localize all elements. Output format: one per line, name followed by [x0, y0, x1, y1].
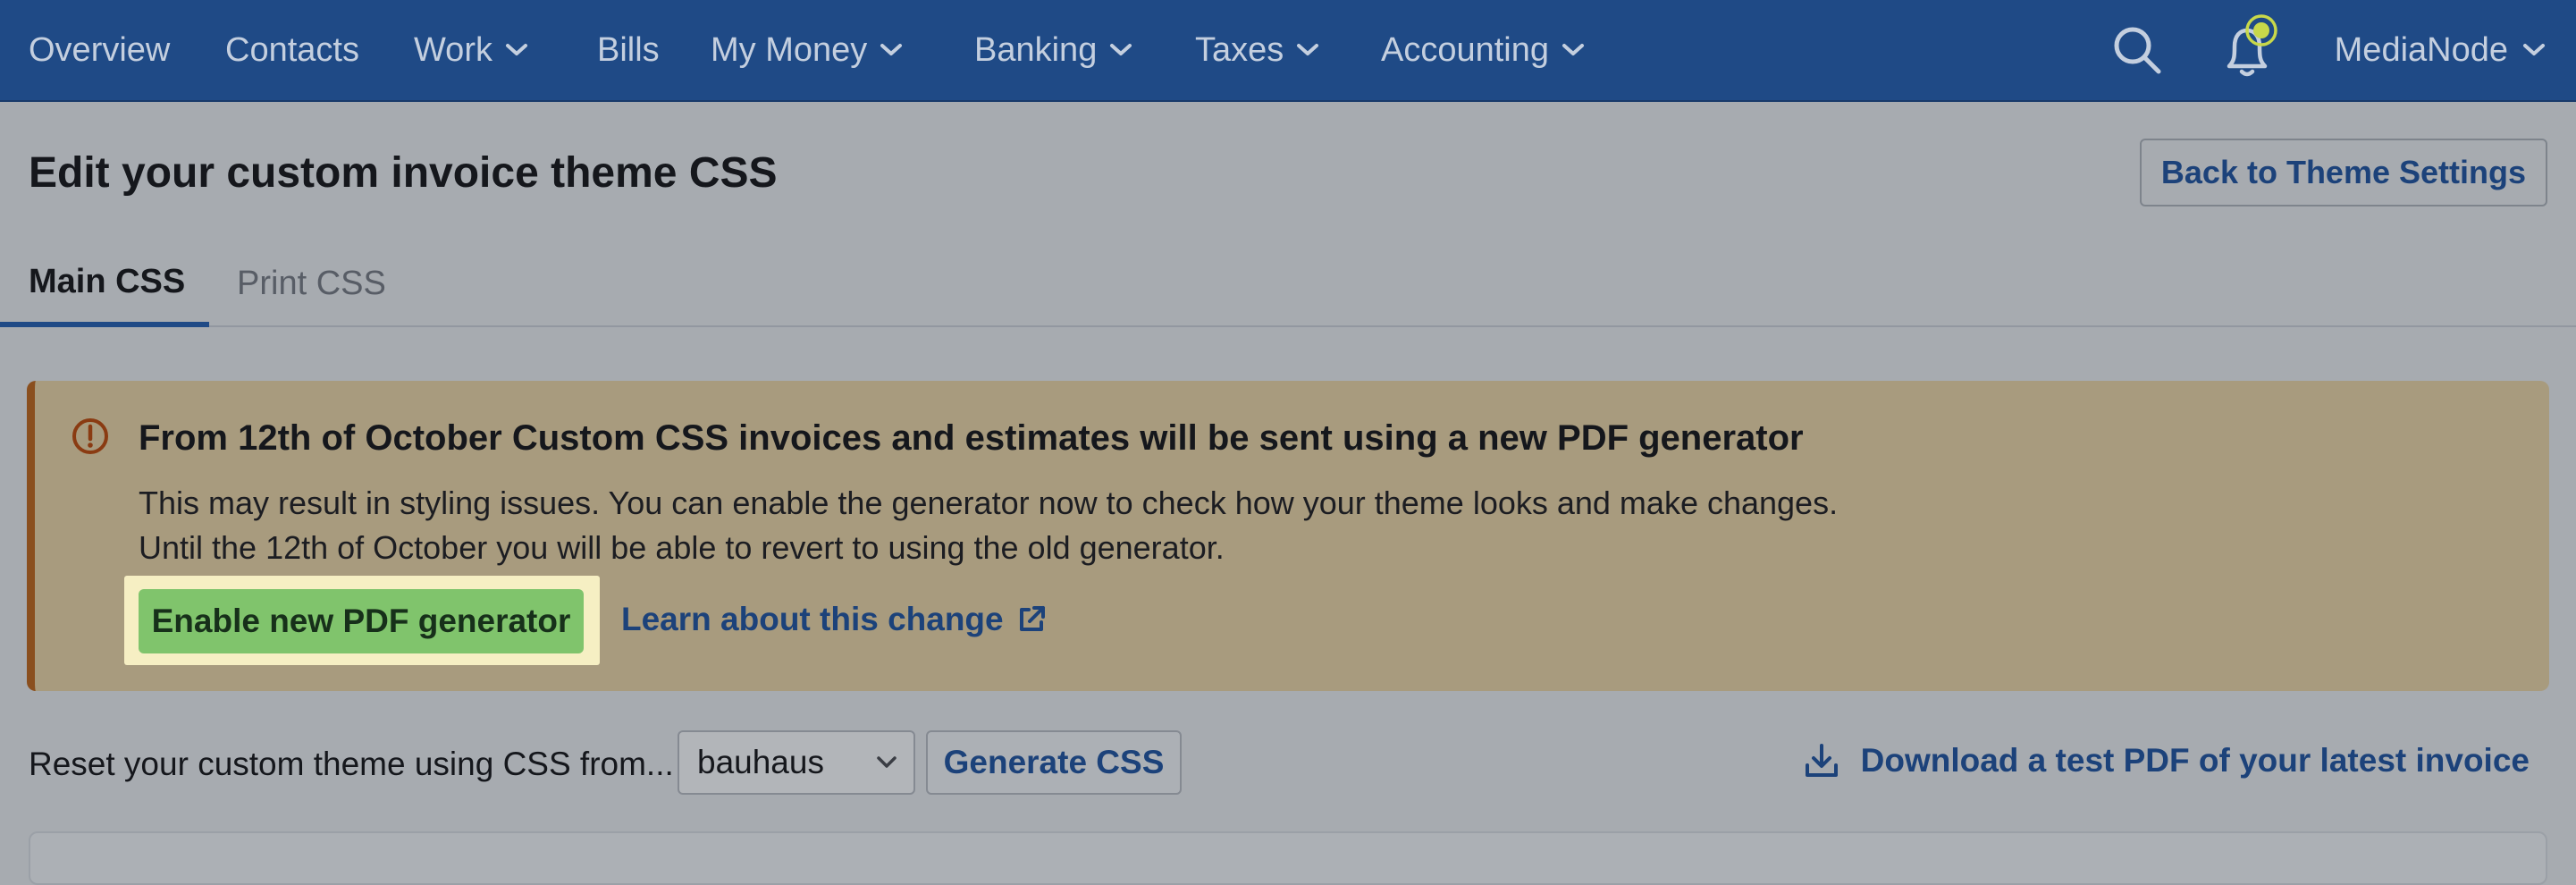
chevron-down-icon [880, 44, 903, 55]
nav-item-label: My Money [711, 30, 868, 69]
account-menu[interactable]: MediaNode [2335, 0, 2546, 100]
nav-item-label: Work [414, 30, 492, 69]
tab-label: Print CSS [237, 264, 386, 302]
nav-item-taxes[interactable]: Taxes [1195, 0, 1319, 100]
chevron-down-icon [1297, 44, 1319, 55]
nav-item-banking[interactable]: Banking [974, 0, 1132, 100]
nav-item-label: Taxes [1195, 30, 1284, 69]
download-icon [1805, 744, 1838, 777]
nav-item-my-money[interactable]: My Money [711, 0, 903, 100]
nav-item-accounting[interactable]: Accounting [1381, 0, 1585, 100]
enable-new-pdf-generator-button[interactable]: Enable new PDF generator [139, 589, 584, 653]
nav-item-label: Accounting [1381, 30, 1550, 69]
tab-print-css[interactable]: Print CSS [237, 241, 386, 325]
pdf-generator-alert: From 12th of October Custom CSS invoices… [27, 381, 2549, 691]
selected-theme-value: bauhaus [697, 744, 824, 780]
nav-item-label: Banking [974, 30, 1098, 69]
chevron-down-icon [1562, 44, 1585, 55]
download-link-label: Download a test PDF of your latest invoi… [1860, 742, 2530, 779]
learn-link-label: Learn about this change [621, 601, 1004, 637]
nav-item-bills[interactable]: Bills [597, 0, 660, 100]
generate-css-button[interactable]: Generate CSS [926, 730, 1182, 795]
back-to-theme-settings-button[interactable]: Back to Theme Settings [2139, 139, 2547, 206]
nav-item-label: Contacts [225, 30, 359, 69]
chevron-down-icon [2523, 44, 2545, 55]
nav-item-contacts[interactable]: Contacts [225, 0, 359, 100]
download-test-pdf-link[interactable]: Download a test PDF of your latest invoi… [1804, 742, 2530, 780]
nav-item-label: Bills [597, 30, 660, 69]
alert-circle-icon [72, 418, 108, 454]
chevron-down-icon [1110, 44, 1132, 55]
css-tabs: Main CSS Print CSS [0, 241, 2576, 327]
search-icon[interactable] [2111, 24, 2163, 76]
nav-item-overview[interactable]: Overview [29, 0, 170, 100]
page-title: Edit your custom invoice theme CSS [29, 149, 778, 197]
reset-theme-label: Reset your custom theme using CSS from..… [29, 746, 674, 782]
account-name: MediaNode [2334, 30, 2508, 69]
alert-title: From 12th of October Custom CSS invoices… [139, 418, 1804, 458]
nav-item-work[interactable]: Work [414, 0, 528, 100]
tab-main-css[interactable]: Main CSS [0, 241, 209, 327]
alert-body: This may result in styling issues. You c… [139, 485, 1839, 566]
external-link-icon [1019, 606, 1045, 631]
learn-about-change-link[interactable]: Learn about this change [621, 601, 1048, 638]
chevron-down-icon [877, 756, 897, 768]
nav-item-label: Overview [29, 30, 171, 69]
chevron-down-icon [505, 44, 527, 55]
theme-select[interactable]: bauhaus [678, 730, 915, 795]
bell-icon[interactable] [2213, 9, 2285, 80]
css-editor-panel [29, 831, 2547, 885]
tab-label: Main CSS [29, 262, 186, 300]
top-navigation-bar: Overview Contacts Work Bills My Money Ba… [0, 0, 2576, 102]
